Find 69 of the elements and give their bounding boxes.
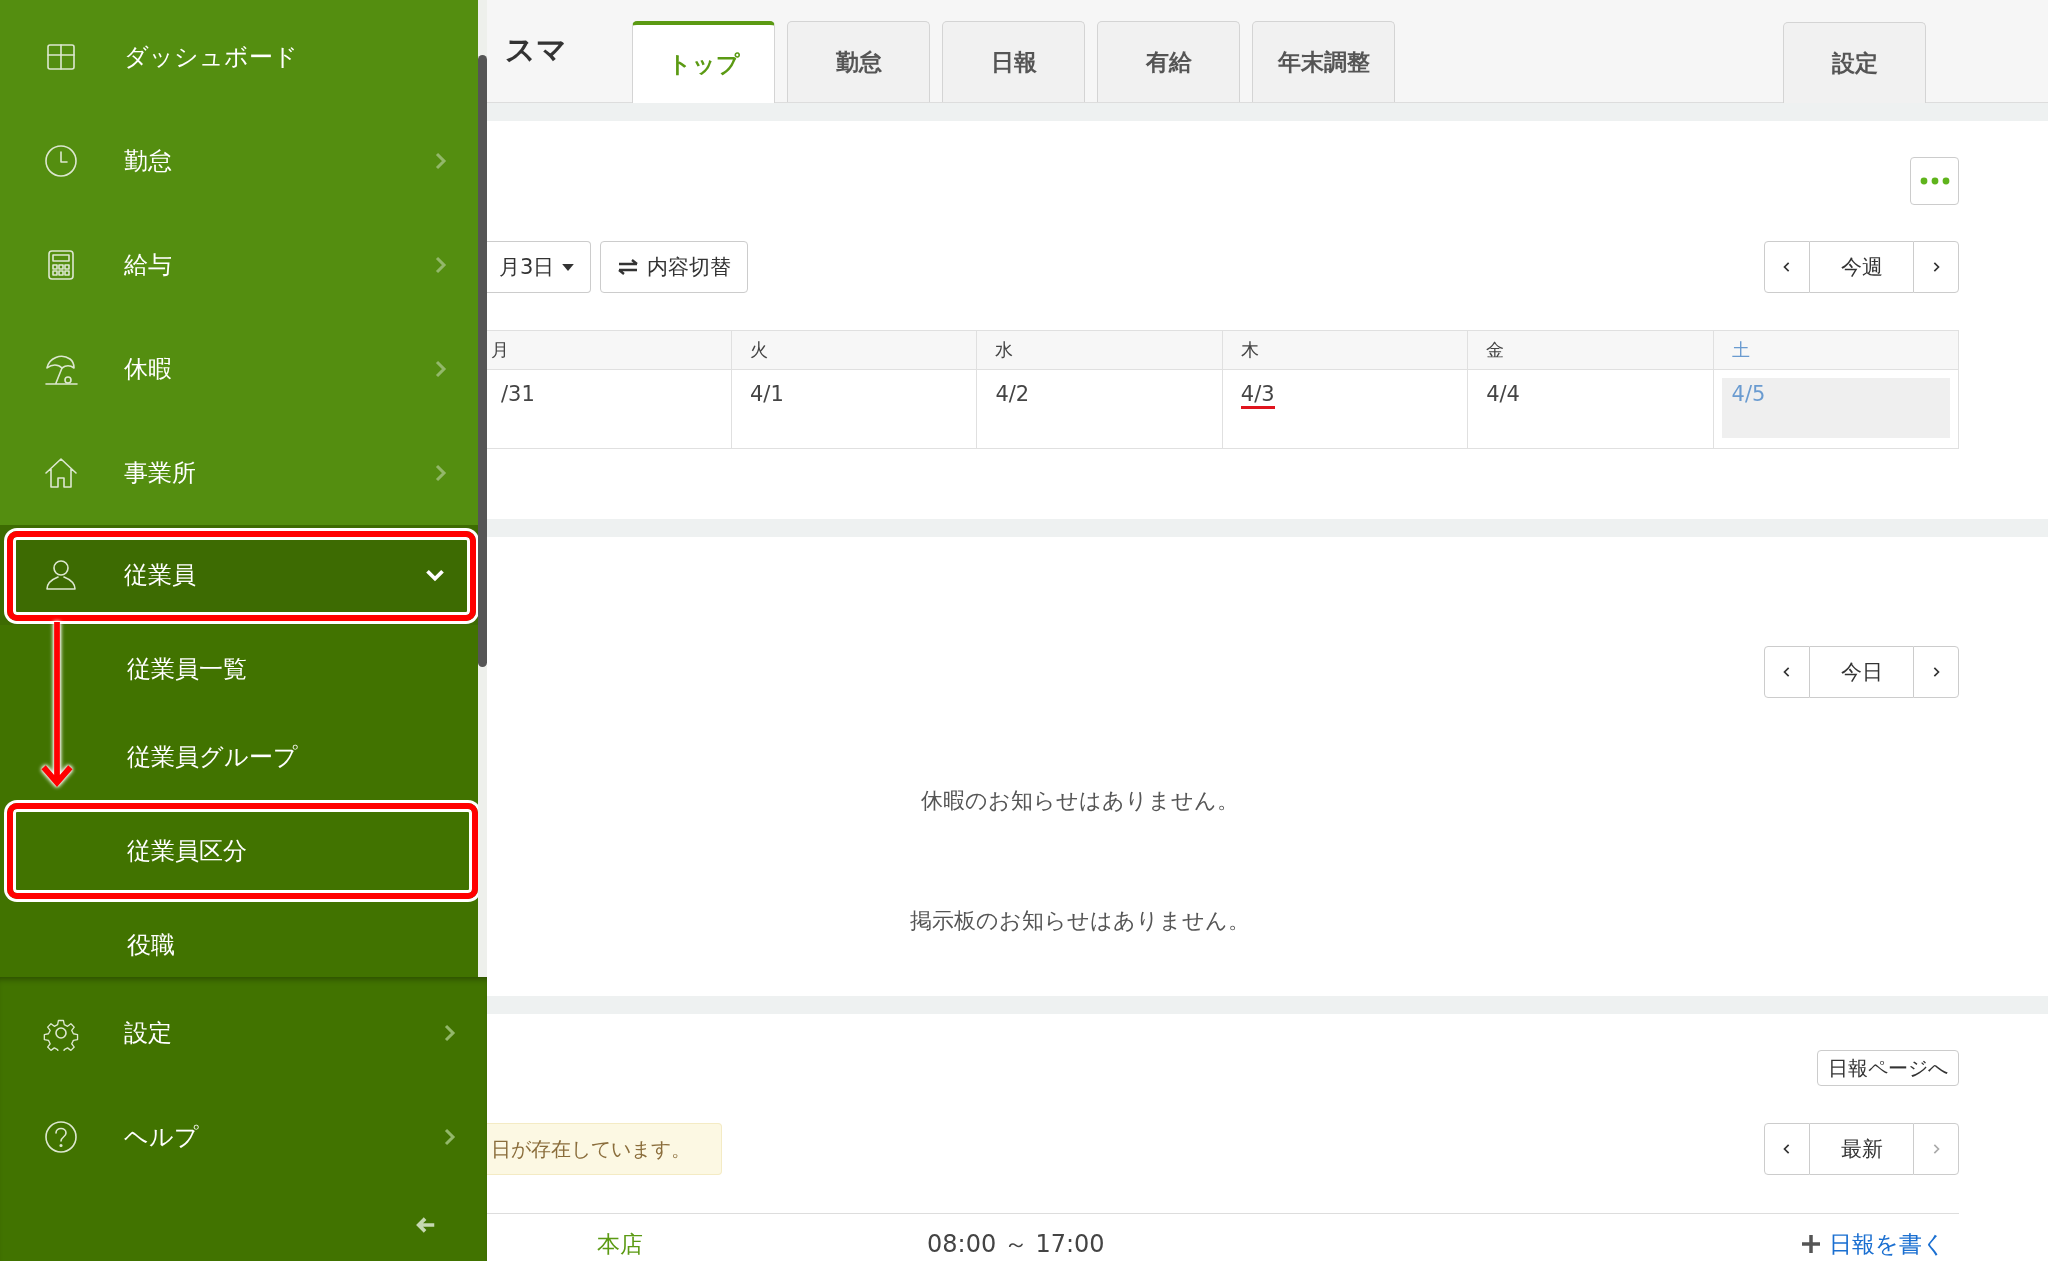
chevron-right-icon: [434, 359, 448, 379]
report-page-button[interactable]: 日報ページへ: [1817, 1050, 1959, 1086]
weekday-header: 木: [1221, 331, 1468, 370]
more-icon: [1919, 177, 1950, 185]
write-report-link[interactable]: 日報を書く: [1801, 1228, 1959, 1260]
chevron-right-icon: [1931, 665, 1941, 679]
menu-item[interactable]: ヘルプ: [0, 1085, 487, 1189]
alert-message: 日が存在しています。: [487, 1123, 722, 1175]
weekday-header: 火: [731, 331, 977, 370]
help-icon: [43, 1119, 79, 1155]
empty-notice: 掲示板のお知らせはありません。: [909, 907, 1251, 935]
tab[interactable]: 勤怠: [787, 21, 930, 102]
tab[interactable]: 有給: [1097, 21, 1240, 102]
chevron-right-icon: [443, 1023, 457, 1043]
chevron-right-icon: [434, 463, 448, 483]
empty-notice: 休暇のお知らせはありません。: [920, 787, 1240, 815]
toggle-button[interactable]: 内容切替: [600, 241, 749, 293]
submenu-item[interactable]: 従業員区分: [7, 803, 478, 899]
tab[interactable]: トップ: [632, 21, 775, 103]
chevron-left-icon: [1782, 1142, 1792, 1156]
menu-item[interactable]: 勤怠: [0, 109, 478, 213]
clock-icon: [43, 143, 79, 179]
caret-icon: [562, 263, 575, 271]
weekday-header: 水: [976, 331, 1222, 370]
date-dropdown[interactable]: 月3日: [487, 241, 592, 293]
menu-item[interactable]: 休暇: [0, 317, 478, 421]
arrow-left-icon[interactable]: [415, 1215, 437, 1235]
period-button[interactable]: 最新: [1810, 1123, 1913, 1175]
weekday-header: 金: [1467, 331, 1713, 370]
house-icon: [43, 455, 79, 491]
weekday-header: 月: [487, 331, 731, 370]
chevron-down-icon: [424, 567, 446, 583]
period-button[interactable]: 今週: [1810, 241, 1913, 293]
app-name: スマ: [504, 31, 568, 69]
more-button[interactable]: [1910, 157, 1959, 205]
menu-item[interactable]: 給与: [0, 213, 478, 317]
work-hours: 08:00 ～ 17:00: [927, 1229, 1105, 1260]
tab[interactable]: 日報: [942, 21, 1085, 102]
day-date[interactable]: 4/1: [750, 382, 784, 406]
menu-item[interactable]: ダッシュボード: [0, 5, 478, 109]
period-button[interactable]: 今日: [1810, 646, 1913, 698]
tab[interactable]: 年末調整: [1252, 21, 1395, 102]
weekday-header: 土: [1712, 331, 1958, 370]
previous-button[interactable]: [1764, 1123, 1810, 1175]
chevron-right-icon: [1931, 260, 1941, 274]
next-button[interactable]: [1913, 646, 1959, 698]
previous-button[interactable]: [1764, 646, 1810, 698]
day-date[interactable]: 4/3: [1240, 382, 1275, 409]
chevron-right-icon: [443, 1127, 457, 1147]
day-date[interactable]: 4/2: [995, 382, 1030, 406]
swap-arrows-icon: [617, 259, 640, 275]
chevron-left-icon: [1782, 665, 1792, 679]
next-button[interactable]: [1913, 241, 1959, 293]
submenu-item[interactable]: 従業員一覧: [0, 625, 478, 713]
chevron-left-icon: [1782, 260, 1792, 274]
day-date[interactable]: 4/4: [1486, 382, 1520, 406]
menu-item[interactable]: 従業員: [0, 525, 478, 625]
submenu-item[interactable]: 従業員グループ: [0, 713, 478, 801]
chevron-right-icon: [434, 151, 448, 171]
chevron-right-icon: [434, 255, 448, 275]
office-name[interactable]: 本店: [597, 1228, 643, 1260]
tab[interactable]: 設定: [1783, 22, 1926, 103]
person-icon: [43, 557, 79, 593]
previous-button[interactable]: [1764, 241, 1810, 293]
menu-item[interactable]: 事業所: [0, 421, 478, 525]
day-date[interactable]: /31: [501, 382, 535, 406]
plus-icon: [1801, 1234, 1821, 1254]
scrollbar[interactable]: [478, 55, 487, 667]
chevron-right-icon: [1931, 1142, 1941, 1156]
